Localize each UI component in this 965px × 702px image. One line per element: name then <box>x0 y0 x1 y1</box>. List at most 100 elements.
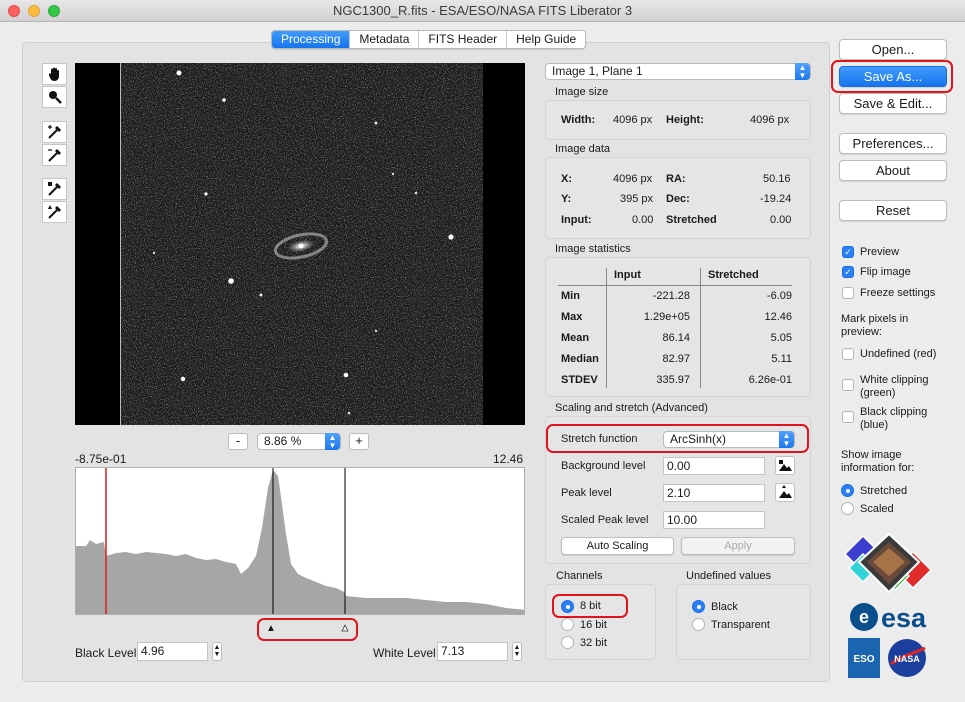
undefined-black-radio[interactable] <box>692 600 705 613</box>
freeze-settings-checkbox[interactable] <box>842 287 854 299</box>
tab-bar: Processing Metadata FITS Header Help Gui… <box>271 30 587 49</box>
stats-row-label: Min <box>561 290 580 302</box>
black-clipping-label-2: (blue) <box>860 419 889 431</box>
white-level-picker-button[interactable] <box>42 144 67 166</box>
chevron-updown-icon: ▲ ▼ <box>325 433 340 450</box>
galaxy-render <box>121 63 483 425</box>
esa-logo: e esa <box>850 603 927 633</box>
freeze-settings-label: Freeze settings <box>860 287 936 299</box>
mark-pixels-label-2: preview: <box>841 326 882 338</box>
background-level-input[interactable]: 0.00 <box>663 457 765 475</box>
width-label: Width: <box>561 114 596 126</box>
white-level-input[interactable]: 7.13 <box>437 642 508 661</box>
height-label: Height: <box>666 114 704 126</box>
info-scaled-radio[interactable] <box>841 502 854 515</box>
fits-liberator-logo <box>843 532 933 594</box>
image-preview[interactable] <box>75 63 525 425</box>
channel-32bit-radio[interactable] <box>561 636 574 649</box>
channel-highlight <box>552 594 628 618</box>
title-bar: NGC1300_R.fits - ESA/ESO/NASA FITS Liber… <box>0 0 965 22</box>
scaled-peak-input[interactable]: 10.00 <box>663 511 765 529</box>
about-button[interactable]: About <box>839 160 947 181</box>
image-data-header: Image data <box>555 143 611 155</box>
histogram-graph <box>76 468 524 614</box>
channel-16bit-radio[interactable] <box>561 618 574 631</box>
black-clipping-checkbox[interactable] <box>842 411 854 423</box>
x-label: X: <box>561 173 572 185</box>
white-level-stepper[interactable]: ▲ ▼ <box>512 642 522 661</box>
stats-col-input: Input <box>614 269 641 281</box>
width-value: 4096 px <box>613 114 653 126</box>
image-size-header: Image size <box>555 86 609 98</box>
auto-scaling-button[interactable]: Auto Scaling <box>561 537 674 555</box>
peak-level-picker-button[interactable] <box>42 201 67 223</box>
channel-16bit-label: 16 bit <box>580 619 607 631</box>
ra-label: RA: <box>666 173 686 185</box>
zoom-select[interactable]: 8.86 % ▲ ▼ <box>257 433 341 450</box>
stats-row-stretched: 5.11 <box>771 353 792 365</box>
black-level-picker-button[interactable] <box>42 121 67 143</box>
undefined-red-checkbox[interactable] <box>842 348 854 360</box>
flip-image-checkbox[interactable]: ✓ <box>842 266 854 278</box>
image-plane-value: Image 1, Plane 1 <box>552 64 643 78</box>
stats-header-divider <box>558 285 792 286</box>
zoom-in-button[interactable]: + <box>349 433 369 450</box>
hand-icon <box>48 67 59 81</box>
info-stretched-radio[interactable] <box>841 484 854 497</box>
stats-row-input: 82.97 <box>662 353 690 365</box>
chevron-updown-icon: ▲ ▼ <box>795 63 810 80</box>
window-title: NGC1300_R.fits - ESA/ESO/NASA FITS Liber… <box>332 3 633 18</box>
preview-label: Preview <box>860 246 900 258</box>
hand-tool-button[interactable] <box>42 63 67 85</box>
tab-help-guide[interactable]: Help Guide <box>507 31 586 48</box>
stats-row-input: 1.29e+05 <box>643 311 690 323</box>
zoom-value: 8.86 % <box>264 434 302 448</box>
peak-level-label: Peak level <box>561 487 612 499</box>
eso-logo-text: ESO <box>853 654 874 665</box>
show-info-label-2: information for: <box>841 462 915 474</box>
image-plane-select[interactable]: Image 1, Plane 1 ▲ ▼ <box>545 63 811 80</box>
peak-picker-button[interactable] <box>775 483 795 502</box>
white-level-label: White Level <box>373 646 436 660</box>
histogram-min-label: -8.75e-01 <box>75 452 127 466</box>
undefined-transparent-label: Transparent <box>711 619 770 631</box>
histogram[interactable] <box>75 467 525 615</box>
channel-32bit-label: 32 bit <box>580 637 607 649</box>
black-level-stepper[interactable]: ▲ ▼ <box>212 642 222 661</box>
channels-header: Channels <box>556 570 603 582</box>
stats-row-label: STDEV <box>561 374 598 386</box>
black-level-input[interactable]: 4.96 <box>137 642 208 661</box>
open-button[interactable]: Open... <box>839 39 947 60</box>
stats-row-label: Mean <box>561 332 590 344</box>
peak-level-input[interactable]: 2.10 <box>663 484 765 502</box>
y-value: 395 px <box>620 193 654 205</box>
background-level-picker-button[interactable] <box>42 178 67 200</box>
reset-button[interactable]: Reset <box>839 200 947 221</box>
flip-image-label: Flip image <box>860 266 911 278</box>
white-clipping-checkbox[interactable] <box>842 379 854 391</box>
save-edit-button[interactable]: Save & Edit... <box>839 93 947 114</box>
zoom-tool-button[interactable] <box>42 86 67 108</box>
mountain-eyedropper-icon <box>779 460 792 471</box>
stretched-value: 0.00 <box>770 214 792 226</box>
stats-col-divider-1 <box>606 268 607 388</box>
histogram-max-label: 12.46 <box>493 452 524 466</box>
apply-button[interactable]: Apply <box>681 537 795 555</box>
undefined-transparent-radio[interactable] <box>692 618 705 631</box>
tab-processing[interactable]: Processing <box>272 31 351 48</box>
stats-col-stretched: Stretched <box>708 269 759 281</box>
nasa-logo: NASA <box>888 639 926 677</box>
preferences-button[interactable]: Preferences... <box>839 133 947 154</box>
tab-metadata[interactable]: Metadata <box>350 31 420 48</box>
ra-value: 50.16 <box>763 173 791 185</box>
background-picker-button[interactable] <box>775 456 795 475</box>
zoom-out-button[interactable]: - <box>228 433 248 450</box>
svg-text:e: e <box>859 607 869 627</box>
tab-fits-header[interactable]: FITS Header <box>419 31 508 48</box>
input-label: Input: <box>561 214 592 226</box>
esa-logo-text: esa <box>881 603 927 633</box>
preview-checkbox[interactable]: ✓ <box>842 246 854 258</box>
stats-row-stretched: 12.46 <box>764 311 792 323</box>
black-clipping-label: Black clipping <box>860 406 928 418</box>
height-value: 4096 px <box>750 114 790 126</box>
